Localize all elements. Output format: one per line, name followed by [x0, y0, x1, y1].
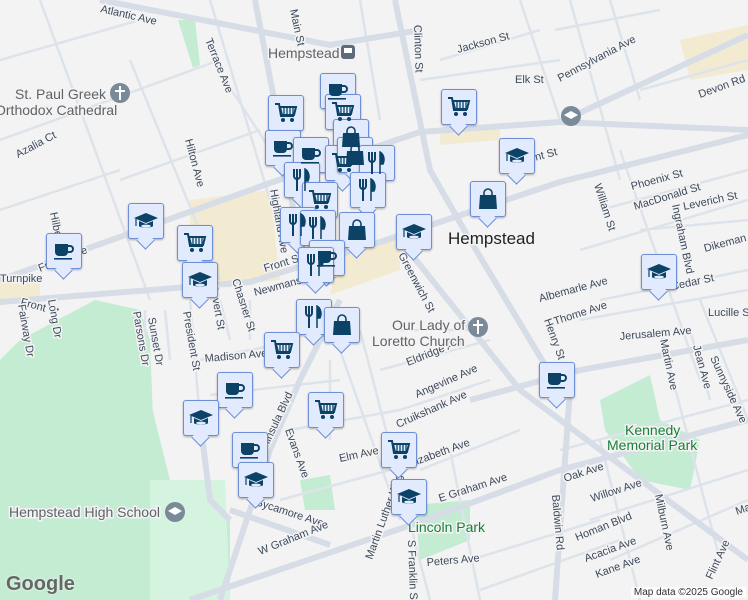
map-attribution[interactable]: Map data ©2025 Google: [630, 587, 746, 598]
school-icon: [504, 146, 530, 166]
cart-icon: [183, 232, 207, 254]
coffee-icon: [300, 145, 322, 165]
street-label: Peters Ave: [426, 552, 480, 569]
map-marker-cart[interactable]: [381, 432, 417, 468]
street-label: Evans Ave: [282, 427, 311, 480]
street-label: Azalia Ct: [14, 129, 59, 160]
map-marker-cart[interactable]: [441, 89, 477, 125]
google-logo: Google: [6, 573, 75, 595]
cathedral-pin-icon: [110, 83, 130, 103]
street-label: Dikeman St: [703, 229, 748, 255]
map-marker-school[interactable]: [391, 479, 427, 515]
bag-icon: [332, 314, 352, 336]
street-label: Elm Ave: [338, 445, 380, 465]
street-label: Jackson St: [456, 30, 511, 56]
map-marker-bag[interactable]: [324, 307, 360, 343]
map-marker-restaurant[interactable]: [350, 172, 386, 208]
map-marker-school[interactable]: [499, 138, 535, 174]
street-label: Maple: [734, 496, 748, 518]
map-marker-school[interactable]: [182, 262, 218, 298]
cart-icon: [447, 96, 471, 118]
place-label-cathedral-2: Orthodox Cathedral: [0, 102, 117, 118]
cart-icon: [387, 439, 411, 461]
map-marker-bag[interactable]: [470, 181, 506, 217]
street-label: Jean Ave: [690, 344, 713, 391]
college-pin-icon: [561, 106, 581, 126]
street-label: Turnpike: [0, 273, 42, 285]
restaurant-icon: [308, 216, 328, 240]
park-label-kennedy-1: Kennedy: [625, 422, 680, 438]
restaurant-icon: [306, 253, 326, 277]
map-marker-school[interactable]: [183, 400, 219, 436]
coffee-icon: [272, 138, 294, 158]
street-label: Sunnyside Ave: [707, 354, 748, 425]
street-label: Lucille St: [708, 307, 748, 319]
map-marker-coffee[interactable]: [217, 372, 253, 408]
school-icon: [243, 470, 269, 490]
street-label: President St: [180, 310, 202, 371]
school-icon: [187, 270, 213, 290]
cart-icon: [270, 339, 294, 361]
street-label: Elk St: [515, 74, 544, 86]
map-marker-school[interactable]: [128, 203, 164, 239]
map-marker-cart[interactable]: [264, 332, 300, 368]
coffee-icon: [224, 380, 246, 400]
place-label-high-school: Hempstead High School: [9, 504, 160, 520]
street-label: Madison Ave: [204, 348, 268, 365]
coffee-icon: [546, 370, 568, 390]
school-icon: [401, 222, 427, 242]
bag-icon: [345, 144, 365, 166]
map-marker-coffee[interactable]: [46, 233, 82, 269]
street-label: Jerusalem Ave: [619, 325, 692, 343]
coffee-icon: [327, 81, 349, 101]
street-label: S Franklin St: [405, 540, 419, 600]
school-icon: [133, 211, 159, 231]
map-marker-school[interactable]: [396, 214, 432, 250]
cart-icon: [314, 399, 338, 421]
bag-icon: [347, 219, 367, 241]
map-marker-school[interactable]: [238, 462, 274, 498]
cart-icon: [274, 102, 298, 124]
map-marker-school[interactable]: [641, 254, 677, 290]
train-station-icon: [341, 45, 355, 59]
bag-icon: [478, 188, 498, 210]
church-pin-icon: [468, 317, 488, 337]
map-marker-cart[interactable]: [177, 225, 213, 261]
school-icon: [646, 262, 672, 282]
map-marker-cart[interactable]: [268, 95, 304, 131]
street-label: Chasner St: [229, 277, 257, 333]
map-marker-cart[interactable]: [308, 392, 344, 428]
park-label-lincoln: Lincoln Park: [408, 519, 486, 535]
street-label: Clinton St: [411, 25, 425, 73]
restaurant-icon: [288, 213, 308, 237]
restaurant-icon: [367, 151, 387, 175]
place-label-church-1: Our Lady of: [392, 317, 465, 333]
map-canvas[interactable]: Atlantic AveTerrace AveAzalia Ct Hilton A…: [0, 0, 748, 600]
map-marker-coffee[interactable]: [539, 362, 575, 398]
street-label: Flint Ave: [704, 538, 733, 581]
park-label-kennedy-2: Memorial Park: [607, 437, 698, 453]
street-label: Martin Ave: [657, 338, 680, 391]
street-label: Thome Ave: [552, 299, 608, 328]
cart-icon: [331, 101, 355, 123]
school-pin-icon: [165, 502, 185, 522]
coffee-icon: [239, 440, 261, 460]
street-label: Pennsylvania Ave: [556, 33, 638, 84]
station-label: Hempstead: [268, 45, 340, 61]
coffee-icon: [53, 241, 75, 261]
street-label: Hilton Ave: [182, 138, 206, 189]
school-icon: [396, 487, 422, 507]
street-label: Cruikshank Ave: [394, 389, 469, 431]
place-label-church-2: Loretto Church: [372, 333, 465, 349]
school-icon: [188, 408, 214, 428]
street-label: Main St: [287, 8, 306, 47]
restaurant-icon: [358, 178, 378, 202]
restaurant-icon: [304, 305, 324, 329]
place-label-cathedral-1: St. Paul Greek: [15, 86, 107, 102]
city-label: Hempstead: [448, 229, 535, 248]
cart-icon: [308, 189, 332, 211]
